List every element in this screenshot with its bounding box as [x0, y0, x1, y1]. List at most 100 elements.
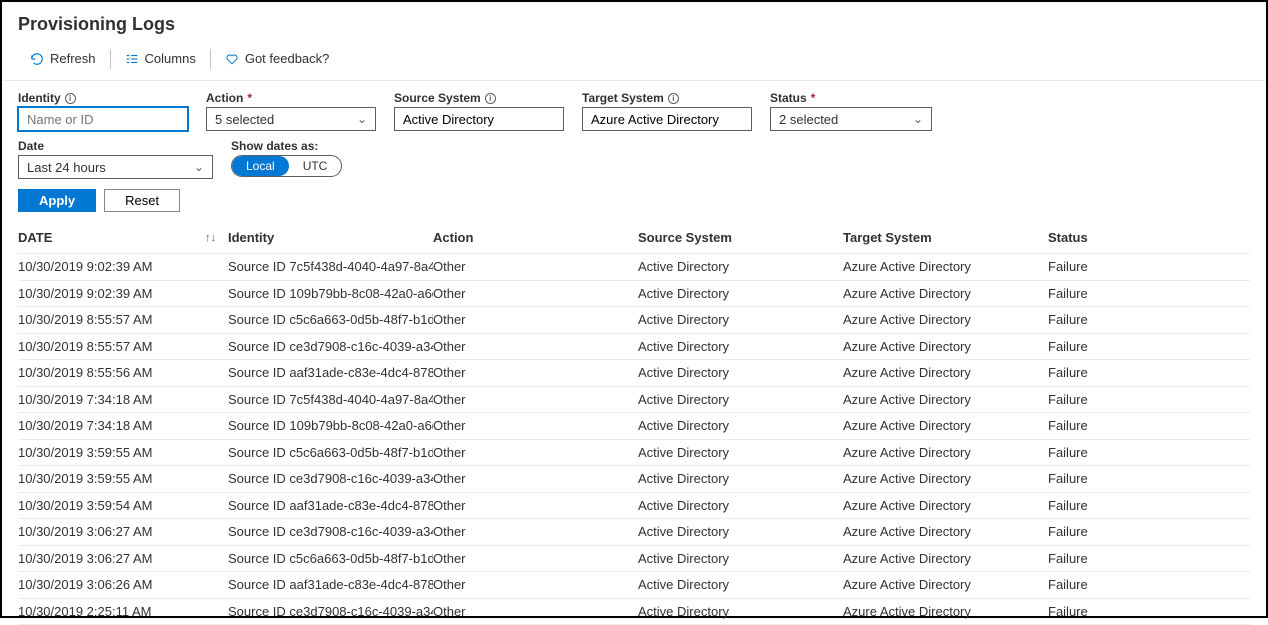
col-header-source[interactable]: Source System — [638, 230, 843, 245]
cell-date: 10/30/2019 3:59:55 AM — [18, 471, 228, 486]
cell-source: Active Directory — [638, 577, 843, 592]
status-dropdown[interactable]: 2 selected ⌄ — [770, 107, 932, 131]
target-system-filter-label: Target System i — [582, 91, 752, 105]
cell-status: Failure — [1048, 339, 1250, 354]
info-icon: i — [65, 93, 76, 104]
cell-action: Other — [433, 551, 638, 566]
table-row[interactable]: 10/30/2019 3:59:54 AMSource ID aaf31ade-… — [18, 493, 1250, 520]
cell-target: Azure Active Directory — [843, 339, 1048, 354]
cell-target: Azure Active Directory — [843, 418, 1048, 433]
show-dates-as-label: Show dates as: — [231, 139, 342, 153]
reset-button[interactable]: Reset — [104, 189, 180, 212]
table-row[interactable]: 10/30/2019 7:34:18 AMSource ID 109b79bb-… — [18, 413, 1250, 440]
col-header-date[interactable]: DATE ↑↓ — [18, 230, 228, 245]
source-system-input[interactable] — [394, 107, 564, 131]
cell-source: Active Directory — [638, 498, 843, 513]
cell-status: Failure — [1048, 471, 1250, 486]
table-row[interactable]: 10/30/2019 2:25:11 AMSource ID ce3d7908-… — [18, 599, 1250, 625]
table-row[interactable]: 10/30/2019 3:06:27 AMSource ID c5c6a663-… — [18, 546, 1250, 573]
toolbar-separator — [110, 49, 111, 69]
cell-action: Other — [433, 524, 638, 539]
cell-identity: Source ID c5c6a663-0d5b-48f7-b1d7-ec4 — [228, 445, 433, 460]
table-row[interactable]: 10/30/2019 9:02:39 AMSource ID 7c5f438d-… — [18, 254, 1250, 281]
cell-identity: Source ID aaf31ade-c83e-4dc4-878c-da25 — [228, 498, 433, 513]
cell-action: Other — [433, 339, 638, 354]
cell-date: 10/30/2019 3:06:26 AM — [18, 577, 228, 592]
chevron-down-icon: ⌄ — [194, 160, 204, 174]
table-row[interactable]: 10/30/2019 8:55:57 AMSource ID c5c6a663-… — [18, 307, 1250, 334]
cell-source: Active Directory — [638, 445, 843, 460]
cell-action: Other — [433, 259, 638, 274]
cell-identity: Source ID ce3d7908-c16c-4039-a346-b72 — [228, 339, 433, 354]
cell-action: Other — [433, 418, 638, 433]
cell-source: Active Directory — [638, 365, 843, 380]
toggle-local[interactable]: Local — [232, 156, 289, 176]
feedback-button[interactable]: Got feedback? — [213, 47, 342, 70]
refresh-button[interactable]: Refresh — [18, 47, 108, 70]
cell-target: Azure Active Directory — [843, 577, 1048, 592]
identity-input[interactable] — [18, 107, 188, 131]
table-row[interactable]: 10/30/2019 3:59:55 AMSource ID ce3d7908-… — [18, 466, 1250, 493]
cell-date: 10/30/2019 3:06:27 AM — [18, 524, 228, 539]
table-row[interactable]: 10/30/2019 8:55:56 AMSource ID aaf31ade-… — [18, 360, 1250, 387]
cell-status: Failure — [1048, 551, 1250, 566]
date-dropdown[interactable]: Last 24 hours ⌄ — [18, 155, 213, 179]
cell-action: Other — [433, 577, 638, 592]
table-row[interactable]: 10/30/2019 9:02:39 AMSource ID 109b79bb-… — [18, 281, 1250, 308]
table-row[interactable]: 10/30/2019 3:06:26 AMSource ID aaf31ade-… — [18, 572, 1250, 599]
cell-source: Active Directory — [638, 604, 843, 619]
cell-date: 10/30/2019 8:55:57 AM — [18, 339, 228, 354]
apply-button[interactable]: Apply — [18, 189, 96, 212]
target-system-input[interactable] — [582, 107, 752, 131]
feedback-label: Got feedback? — [245, 51, 330, 66]
table-header: DATE ↑↓ Identity Action Source System Ta… — [18, 220, 1250, 254]
info-icon: i — [485, 93, 496, 104]
cell-source: Active Directory — [638, 392, 843, 407]
cell-target: Azure Active Directory — [843, 604, 1048, 619]
cell-identity: Source ID ce3d7908-c16c-4039-a346-b72 — [228, 604, 433, 619]
table-row[interactable]: 10/30/2019 8:55:57 AMSource ID ce3d7908-… — [18, 334, 1250, 361]
cell-source: Active Directory — [638, 471, 843, 486]
table-row[interactable]: 10/30/2019 7:34:18 AMSource ID 7c5f438d-… — [18, 387, 1250, 414]
col-header-identity[interactable]: Identity — [228, 230, 433, 245]
toolbar-separator — [210, 49, 211, 69]
cell-status: Failure — [1048, 604, 1250, 619]
col-header-status[interactable]: Status — [1048, 230, 1250, 245]
cell-status: Failure — [1048, 365, 1250, 380]
cell-status: Failure — [1048, 259, 1250, 274]
cell-target: Azure Active Directory — [843, 445, 1048, 460]
heart-icon — [225, 52, 239, 66]
cell-source: Active Directory — [638, 259, 843, 274]
columns-label: Columns — [145, 51, 196, 66]
cell-source: Active Directory — [638, 286, 843, 301]
page-title: Provisioning Logs — [2, 2, 1266, 43]
col-header-action[interactable]: Action — [433, 230, 638, 245]
table-row[interactable]: 10/30/2019 3:06:27 AMSource ID ce3d7908-… — [18, 519, 1250, 546]
cell-target: Azure Active Directory — [843, 524, 1048, 539]
cell-identity: Source ID c5c6a663-0d5b-48f7-b1d7-ec4 — [228, 551, 433, 566]
show-dates-as-toggle[interactable]: Local UTC — [231, 155, 342, 177]
table-row[interactable]: 10/30/2019 3:59:55 AMSource ID c5c6a663-… — [18, 440, 1250, 467]
cell-identity: Source ID 7c5f438d-4040-4a97-8a45-9d6 — [228, 392, 433, 407]
cell-action: Other — [433, 471, 638, 486]
cell-identity: Source ID aaf31ade-c83e-4dc4-878c-da25 — [228, 577, 433, 592]
action-dropdown[interactable]: 5 selected ⌄ — [206, 107, 376, 131]
cell-action: Other — [433, 312, 638, 327]
date-filter-label: Date — [18, 139, 213, 153]
cell-target: Azure Active Directory — [843, 551, 1048, 566]
table-body: 10/30/2019 9:02:39 AMSource ID 7c5f438d-… — [18, 254, 1250, 625]
cell-status: Failure — [1048, 312, 1250, 327]
chevron-down-icon: ⌄ — [913, 112, 923, 126]
toolbar: Refresh Columns Got feedback? — [2, 43, 1266, 81]
cell-target: Azure Active Directory — [843, 498, 1048, 513]
col-header-target[interactable]: Target System — [843, 230, 1048, 245]
cell-action: Other — [433, 498, 638, 513]
logs-table: DATE ↑↓ Identity Action Source System Ta… — [2, 220, 1266, 625]
columns-button[interactable]: Columns — [113, 47, 208, 70]
cell-date: 10/30/2019 2:25:11 AM — [18, 604, 228, 619]
cell-action: Other — [433, 392, 638, 407]
cell-status: Failure — [1048, 286, 1250, 301]
cell-target: Azure Active Directory — [843, 259, 1048, 274]
toggle-utc[interactable]: UTC — [289, 156, 342, 176]
cell-target: Azure Active Directory — [843, 286, 1048, 301]
